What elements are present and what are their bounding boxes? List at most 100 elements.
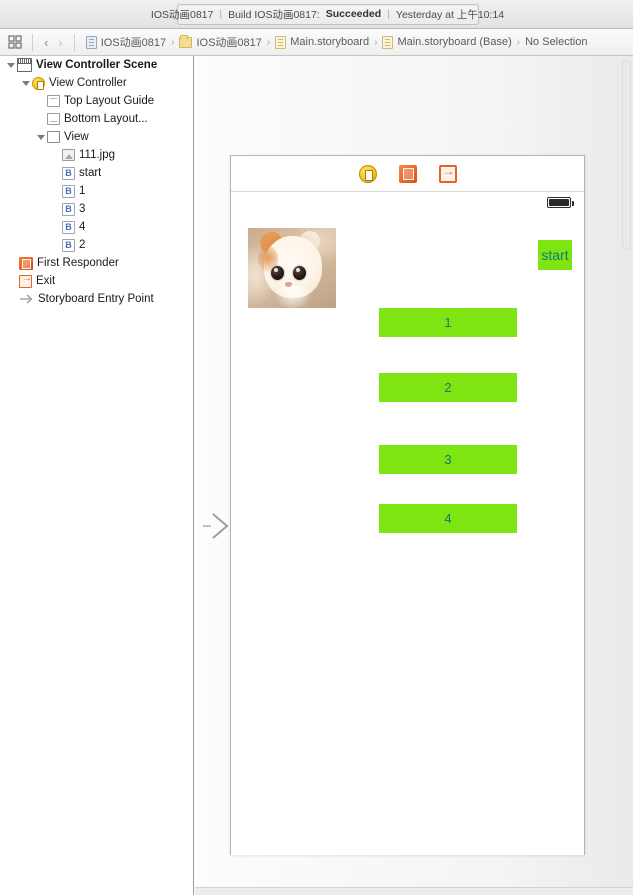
breadcrumb-item-folder[interactable]: IOS动画0817 xyxy=(176,34,264,50)
breadcrumb: IOS动画0817 › IOS动画0817 › Main.storyboard … xyxy=(77,34,591,50)
outline-row-label: View Controller xyxy=(49,77,127,89)
disclosure-triangle-icon[interactable] xyxy=(4,63,17,68)
button-icon: B xyxy=(62,238,75,252)
storyboard-canvas[interactable]: start 1 2 3 4 xyxy=(195,56,633,895)
outline-row-view-controller-scene[interactable]: View Controller Scene xyxy=(0,56,193,74)
disclosure-triangle-icon[interactable] xyxy=(19,81,32,86)
cat-chin xyxy=(272,286,314,308)
exit-dock-icon[interactable] xyxy=(438,164,457,183)
breadcrumb-separator: › xyxy=(516,36,521,48)
outline-row-label: 111.jpg xyxy=(79,149,116,161)
button-icon: B xyxy=(62,220,75,234)
button-1[interactable]: 1 xyxy=(379,308,517,337)
jump-bar: ‹ › IOS动画0817 › IOS动画0817 › Main.storybo… xyxy=(0,29,633,56)
breadcrumb-item-storyboard[interactable]: Main.storyboard xyxy=(272,35,372,49)
outline-row-label: Bottom Layout... xyxy=(64,113,148,125)
xcode-window: IOS动画0817 | Build IOS动画0817: Succeeded |… xyxy=(0,0,633,895)
breadcrumb-separator: › xyxy=(171,36,175,48)
breadcrumb-label: Main.storyboard (Base) xyxy=(397,36,512,48)
outline-row-storyboard-entry-point[interactable]: Storyboard Entry Point xyxy=(0,290,193,308)
storyboard-base-icon xyxy=(382,35,394,49)
outline-row-button-1[interactable]: B 1 xyxy=(0,182,193,200)
activity-status-view[interactable]: IOS动画0817 | Build IOS动画0817: Succeeded |… xyxy=(151,3,504,25)
button-3[interactable]: 3 xyxy=(379,445,517,474)
image-view-111jpg[interactable] xyxy=(248,228,336,308)
storyboard-entry-point-arrow xyxy=(203,508,233,544)
activity-project-name: IOS动画0817 xyxy=(150,8,214,21)
outline-row-top-layout-guide[interactable]: Top Layout Guide xyxy=(0,92,193,110)
breadcrumb-label: Main.storyboard xyxy=(290,36,370,48)
related-items-button[interactable] xyxy=(0,35,30,49)
outline-row-button-4[interactable]: B 4 xyxy=(0,218,193,236)
outline-row-exit[interactable]: Exit xyxy=(0,272,193,290)
document-outline[interactable]: View Controller Scene View Controller To… xyxy=(0,56,194,895)
breadcrumb-separator: › xyxy=(266,36,271,48)
back-button[interactable]: ‹ xyxy=(44,36,48,49)
breadcrumb-item-project[interactable]: IOS动画0817 xyxy=(83,34,169,50)
cat-nose xyxy=(285,282,292,287)
exit-icon xyxy=(19,273,32,288)
outline-row-label: Storyboard Entry Point xyxy=(38,293,154,305)
jump-bar-divider-2 xyxy=(73,33,75,51)
activity-timestamp: Yesterday at 上午10:14 xyxy=(395,8,505,21)
view-controller-scene[interactable]: start 1 2 3 4 xyxy=(230,155,585,855)
button-icon: B xyxy=(62,184,75,198)
toolbar: IOS动画0817 | Build IOS动画0817: Succeeded |… xyxy=(0,0,633,29)
device-view[interactable]: start 1 2 3 4 xyxy=(231,192,584,855)
image-view-icon xyxy=(62,149,75,161)
activity-build-status: Succeeded xyxy=(325,8,382,20)
button-icon: B xyxy=(62,202,75,216)
view-controller-dock-icon[interactable] xyxy=(358,164,377,183)
outline-row-label: 3 xyxy=(79,203,86,215)
start-button[interactable]: start xyxy=(538,240,572,270)
view-icon xyxy=(47,131,60,143)
outline-row-label: First Responder xyxy=(37,257,119,269)
storyboard-icon xyxy=(275,35,287,49)
canvas-bottom-bar xyxy=(195,887,633,895)
disclosure-triangle-icon[interactable] xyxy=(34,135,47,140)
outline-row-label: View Controller Scene xyxy=(36,59,158,71)
outline-row-label: Top Layout Guide xyxy=(64,95,155,107)
breadcrumb-label: No Selection xyxy=(525,36,588,48)
breadcrumb-label: IOS动画0817 xyxy=(100,37,167,49)
simulated-status-bar xyxy=(231,192,584,216)
jump-bar-divider-1 xyxy=(32,33,33,51)
button-4[interactable]: 4 xyxy=(379,504,517,533)
button-icon: B xyxy=(62,166,75,180)
top-layout-guide-icon xyxy=(47,95,60,107)
outline-row-image-111jpg[interactable]: 111.jpg xyxy=(0,146,193,164)
outline-row-button-2[interactable]: B 2 xyxy=(0,236,193,254)
outline-row-label: 1 xyxy=(79,185,86,197)
outline-row-label: View xyxy=(64,131,89,143)
entry-point-arrow-icon xyxy=(19,292,34,306)
outline-row-view-controller[interactable]: View Controller xyxy=(0,74,193,92)
bottom-layout-guide-icon xyxy=(47,113,60,125)
outline-row-view[interactable]: View xyxy=(0,128,193,146)
scene-icon xyxy=(17,58,32,72)
scene-dock xyxy=(231,156,584,192)
breadcrumb-separator: › xyxy=(374,36,378,48)
activity-separator-2: | xyxy=(387,8,390,20)
first-responder-icon xyxy=(19,256,33,270)
outline-row-button-start[interactable]: B start xyxy=(0,164,193,182)
outline-row-label: 2 xyxy=(79,239,86,251)
outline-row-label: start xyxy=(79,167,102,179)
outline-row-button-3[interactable]: B 3 xyxy=(0,200,193,218)
first-responder-dock-icon[interactable] xyxy=(398,164,417,183)
canvas-vertical-scrollbar[interactable] xyxy=(622,60,631,250)
button-2[interactable]: 2 xyxy=(379,373,517,402)
outline-row-label: Exit xyxy=(36,275,56,287)
breadcrumb-label: IOS动画0817 xyxy=(196,37,262,49)
breadcrumb-item-storyboard-base[interactable]: Main.storyboard (Base) xyxy=(379,35,514,49)
view-controller-icon xyxy=(32,76,45,90)
forward-button[interactable]: › xyxy=(58,36,62,49)
project-icon xyxy=(85,35,97,49)
activity-build-prefix: Build IOS动画0817: xyxy=(228,8,320,21)
outline-row-bottom-layout-guide[interactable]: Bottom Layout... xyxy=(0,110,193,128)
activity-separator-1: | xyxy=(219,8,223,20)
outline-row-first-responder[interactable]: First Responder xyxy=(0,254,193,272)
battery-icon xyxy=(547,197,574,208)
cat-eye-left xyxy=(271,266,284,280)
cat-eye-right xyxy=(293,266,306,280)
breadcrumb-item-selection[interactable]: No Selection xyxy=(522,36,590,48)
